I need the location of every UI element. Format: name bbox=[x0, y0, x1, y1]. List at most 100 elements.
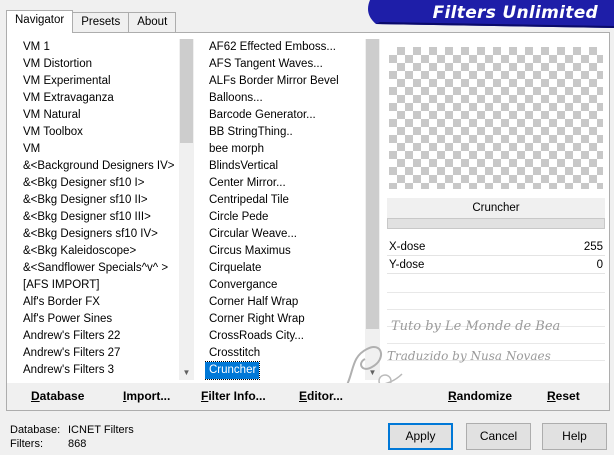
filter-item-label: Circle Pede bbox=[209, 211, 269, 223]
category-item[interactable]: VM Natural bbox=[19, 107, 179, 124]
filter-item-label: ALFs Border Mirror Bevel bbox=[209, 75, 339, 87]
filter-item-label: BlindsVertical bbox=[209, 160, 279, 172]
randomize-button[interactable]: Randomize bbox=[448, 387, 512, 405]
filter-list-item[interactable]: ALFs Border Mirror Bevel bbox=[205, 73, 363, 90]
database-value: ICNET Filters bbox=[68, 424, 134, 436]
filter-item-label: Circular Weave... bbox=[209, 228, 297, 240]
category-item[interactable]: &<Sandflower Specials^v^ > bbox=[19, 260, 179, 277]
param-name: Y-dose bbox=[389, 259, 425, 271]
filter-list-item[interactable]: Circle Pede bbox=[205, 209, 363, 226]
filter-list-item[interactable]: Center Mirror... bbox=[205, 175, 363, 192]
filter-item-label: bee morph bbox=[209, 143, 264, 155]
filter-item-label: Circus Maximus bbox=[209, 245, 291, 257]
filter-list-item[interactable]: AFS Tangent Waves... bbox=[205, 56, 363, 73]
filter-list-item[interactable]: Barcode Generator... bbox=[205, 107, 363, 124]
param-row-x-dose[interactable]: X-dose 255 bbox=[387, 239, 605, 256]
database-button-label: Database bbox=[31, 389, 85, 403]
param-name: X-dose bbox=[389, 241, 426, 253]
category-item[interactable]: Andrew's Filters 3 bbox=[19, 362, 179, 379]
filter-list-item[interactable]: Corner Half Wrap bbox=[205, 294, 363, 311]
panel-toolbar: Database Import... Filter Info... Editor… bbox=[7, 383, 609, 410]
category-item[interactable]: VM Toolbox bbox=[19, 124, 179, 141]
category-item[interactable]: [AFS IMPORT] bbox=[19, 277, 179, 294]
database-info: Database: ICNET Filters bbox=[10, 424, 134, 437]
filter-list-item[interactable]: Centripedal Tile bbox=[205, 192, 363, 209]
param-value[interactable]: 255 bbox=[584, 239, 603, 256]
filter-list-item[interactable]: BB StringThing.. bbox=[205, 124, 363, 141]
filters-count-info: Filters: 868 bbox=[10, 438, 86, 451]
filter-item-label: Barcode Generator... bbox=[209, 109, 316, 121]
filter-list-item[interactable]: Circus Maximus bbox=[205, 243, 363, 260]
banner-title: Filters Unlimited bbox=[432, 3, 598, 23]
category-item[interactable]: Andrew's Filters 27 bbox=[19, 345, 179, 362]
import-button[interactable]: Import... bbox=[123, 387, 170, 405]
watermark-line-2: Traduzido by Nusa Novaes bbox=[387, 349, 551, 363]
filter-item-label: Balloons... bbox=[209, 92, 263, 104]
reset-button-label: Reset bbox=[547, 389, 580, 403]
filter-list-item[interactable]: Cirquelate bbox=[205, 260, 363, 277]
filters-count: 868 bbox=[68, 438, 87, 450]
filters-label: Filters: bbox=[10, 438, 43, 450]
category-scroll-thumb[interactable] bbox=[180, 39, 193, 143]
database-button[interactable]: Database bbox=[31, 387, 84, 405]
import-button-label: Import... bbox=[123, 389, 171, 403]
scroll-down-arrow-icon[interactable]: ▼ bbox=[179, 366, 194, 380]
filter-list-item[interactable]: Balloons... bbox=[205, 90, 363, 107]
filter-progress-bar bbox=[387, 218, 605, 229]
category-item[interactable]: &<Bkg Designers sf10 IV> bbox=[19, 226, 179, 243]
category-item[interactable]: Alf's Power Sines bbox=[19, 311, 179, 328]
param-value[interactable]: 0 bbox=[597, 257, 603, 274]
help-button[interactable]: Help bbox=[542, 423, 607, 450]
category-item[interactable]: &<Bkg Designer sf10 I> bbox=[19, 175, 179, 192]
filter-info-button[interactable]: Filter Info... bbox=[201, 387, 266, 405]
filter-item-label: Center Mirror... bbox=[209, 177, 286, 189]
database-label: Database: bbox=[10, 424, 61, 436]
filters-unlimited-banner: Filters Unlimited bbox=[362, 0, 614, 28]
editor-button[interactable]: Editor... bbox=[299, 387, 343, 405]
filter-list-item[interactable]: BlindsVertical bbox=[205, 158, 363, 175]
filter-item-label: BB StringThing.. bbox=[209, 126, 293, 138]
tab-navigator[interactable]: Navigator bbox=[6, 10, 74, 33]
category-scrollbar[interactable]: ▼ bbox=[179, 39, 194, 380]
filter-scroll-thumb[interactable] bbox=[366, 39, 379, 329]
tab-presets[interactable]: Presets bbox=[72, 12, 130, 32]
editor-button-label: Editor... bbox=[299, 389, 344, 403]
param-row-y-dose[interactable]: Y-dose 0 bbox=[387, 257, 605, 274]
category-list[interactable]: VM 1 VM Distortion VM Experimental VM Extra… bbox=[19, 39, 179, 380]
filter-info-button-label: Filter Info... bbox=[201, 389, 266, 403]
category-item[interactable]: VM Extravaganza bbox=[19, 90, 179, 107]
filter-item-label: Corner Half Wrap bbox=[209, 296, 299, 308]
category-item[interactable]: VM Experimental bbox=[19, 73, 179, 90]
category-item[interactable]: Alf's Border FX bbox=[19, 294, 179, 311]
filter-item-label: Cirquelate bbox=[209, 262, 262, 274]
filter-list-item[interactable]: Circular Weave... bbox=[205, 226, 363, 243]
apply-button[interactable]: Apply bbox=[388, 423, 453, 450]
selected-filter-item: Cruncher bbox=[205, 361, 261, 380]
reset-button[interactable]: Reset bbox=[547, 387, 580, 405]
navigator-panel: VM 1 VM Distortion VM Experimental VM Extra… bbox=[6, 32, 610, 411]
category-item[interactable]: VM bbox=[19, 141, 179, 158]
category-item[interactable]: &<Bkg Kaleidoscope> bbox=[19, 243, 179, 260]
watermark-line-1: Tuto by Le Monde de Bea bbox=[391, 319, 561, 334]
category-item[interactable]: Andrew's Filters 22 bbox=[19, 328, 179, 345]
filter-list-item[interactable]: Convergance bbox=[205, 277, 363, 294]
filter-item-label: AFS Tangent Waves... bbox=[209, 58, 323, 70]
randomize-button-label: Randomize bbox=[448, 389, 513, 403]
param-divider bbox=[387, 292, 605, 293]
category-item[interactable]: &<Bkg Designer sf10 II> bbox=[19, 192, 179, 209]
filter-item-label: Convergance bbox=[209, 279, 278, 291]
filter-item-label: AF62 Effected Emboss... bbox=[209, 41, 336, 53]
cancel-button[interactable]: Cancel bbox=[466, 423, 531, 450]
category-item[interactable]: VM Distortion bbox=[19, 56, 179, 73]
category-item[interactable]: VM 1 bbox=[19, 39, 179, 56]
filter-item-label: Centripedal Tile bbox=[209, 194, 289, 206]
tab-strip: Navigator Presets About bbox=[6, 10, 177, 33]
tab-about[interactable]: About bbox=[128, 12, 177, 32]
preview-image bbox=[389, 47, 603, 189]
category-item[interactable]: &<Background Designers IV> bbox=[19, 158, 179, 175]
filter-list-item[interactable]: AF62 Effected Emboss... bbox=[205, 39, 363, 56]
filter-list-item[interactable]: bee morph bbox=[205, 141, 363, 158]
selected-filter-name: Cruncher bbox=[387, 198, 605, 218]
category-item[interactable]: &<Bkg Designer sf10 III> bbox=[19, 209, 179, 226]
param-divider bbox=[387, 309, 605, 310]
